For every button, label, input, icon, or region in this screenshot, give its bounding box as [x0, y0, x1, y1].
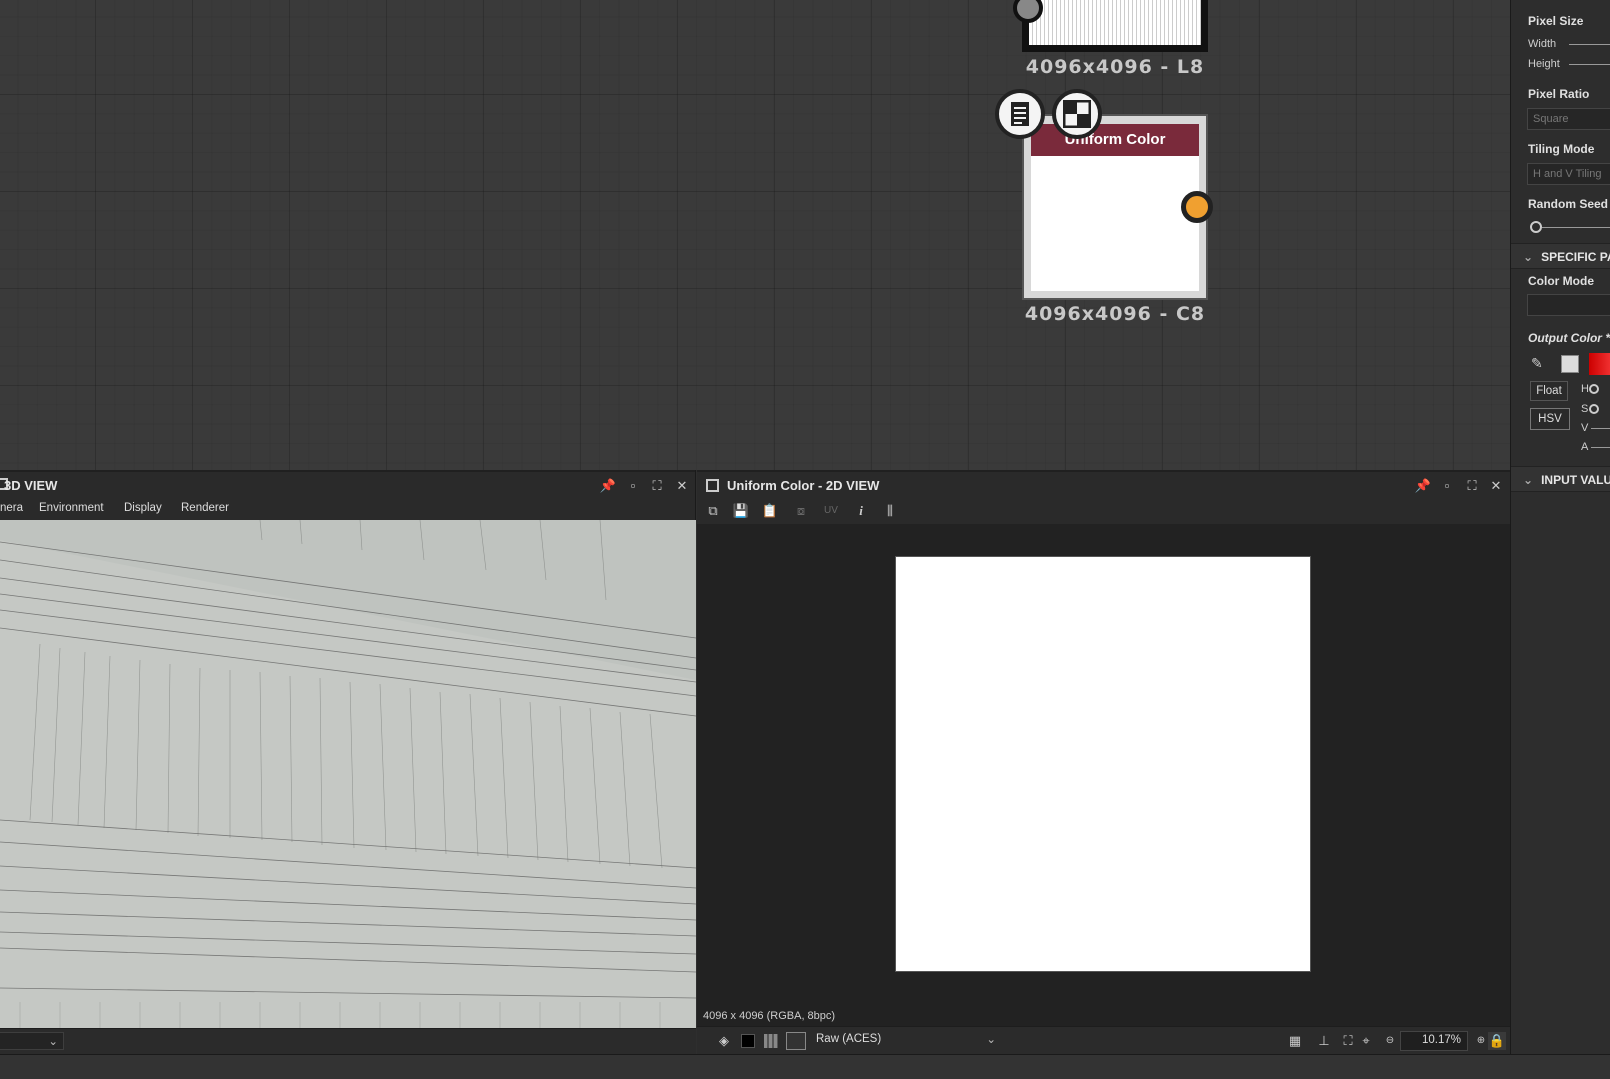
- width-label: Width: [1528, 38, 1557, 50]
- pixel-size-label: Pixel Size: [1528, 14, 1584, 28]
- 2d-viewport[interactable]: [697, 524, 1510, 988]
- graph-canvas[interactable]: 4096x4096 - L8 Uniform Color 4096x4096 -…: [0, 0, 1510, 470]
- eyedropper-icon[interactable]: ✎: [1531, 355, 1549, 373]
- status-bar: [0, 1054, 1610, 1079]
- float-button[interactable]: Float: [1530, 381, 1568, 401]
- 2d-view-titlebar: Uniform Color - 2D VIEW 📌 ▫ ⛶ ✕: [697, 470, 1510, 498]
- s-label: S: [1581, 403, 1589, 415]
- pin-icon[interactable]: 📌: [599, 477, 617, 495]
- menu-camera[interactable]: nera: [0, 502, 23, 514]
- output-color-label: Output Color *: [1528, 331, 1610, 345]
- center-icon[interactable]: ⌖: [1357, 1032, 1375, 1050]
- hsv-button[interactable]: HSV: [1530, 408, 1570, 430]
- height-label: Height: [1528, 58, 1560, 70]
- tiling-icon[interactable]: ⧇: [792, 502, 810, 520]
- 2d-image-info: 4096 x 4096 (RGBA, 8bpc): [703, 1010, 836, 1022]
- color-management-icon[interactable]: [786, 1032, 806, 1050]
- maximize-icon[interactable]: ⛶: [648, 477, 666, 495]
- random-seed-slider-handle[interactable]: [1530, 221, 1542, 233]
- 2d-view-panel: Uniform Color - 2D VIEW 📌 ▫ ⛶ ✕ ⧉ 💾 📋 ⧇ …: [697, 470, 1510, 1054]
- random-seed-label: Random Seed: [1528, 197, 1609, 211]
- chevron-down-icon: ⌄: [1523, 250, 1534, 264]
- 3d-view-menubar: nera Environment Display Renderer: [0, 498, 695, 520]
- 3d-viewport[interactable]: [0, 520, 696, 1028]
- input-values-section-label: INPUT VALU: [1541, 473, 1610, 487]
- 3d-view-titlebar: 3D VIEW 📌 ▫ ⛶ ✕: [0, 470, 695, 498]
- h-slider-handle[interactable]: [1589, 384, 1599, 394]
- black-background-icon[interactable]: [741, 1034, 755, 1048]
- float-panel-icon[interactable]: ▫: [1438, 477, 1456, 495]
- colorspace-dropdown[interactable]: Raw (ACES) ⌄: [810, 1031, 1000, 1051]
- v-label: V: [1581, 422, 1589, 434]
- v-slider[interactable]: [1591, 428, 1610, 429]
- chevron-down-icon: ⌄: [986, 1034, 996, 1046]
- color-mode-dropdown[interactable]: [1527, 294, 1610, 316]
- specific-section-label: SPECIFIC PA: [1541, 250, 1610, 264]
- top-node-resolution: 4096x4096 - L8: [1025, 56, 1205, 78]
- tiling-mode-label: Tiling Mode: [1528, 142, 1595, 156]
- pick-icon[interactable]: ⊥: [1315, 1032, 1333, 1050]
- 3d-view-panel: 3D VIEW 📌 ▫ ⛶ ✕ nera Environment Display…: [0, 470, 696, 1054]
- pixel-ratio-dropdown[interactable]: Square: [1527, 108, 1610, 130]
- input-values-section-header[interactable]: ⌄ INPUT VALU: [1511, 466, 1610, 492]
- document-icon[interactable]: [995, 89, 1045, 139]
- histogram-icon[interactable]: ⫼: [881, 502, 899, 520]
- uniform-color-node-thumbnail: [1031, 156, 1199, 291]
- close-icon[interactable]: ✕: [673, 477, 691, 495]
- properties-panel: Pixel Size Width Height Pixel Ratio Squa…: [1510, 0, 1610, 1054]
- 2d-view-toolbar: ⧉ 💾 📋 ⧇ UV i ⫼: [697, 498, 1510, 524]
- save-icon[interactable]: 💾: [732, 502, 750, 520]
- 3d-view-bottombar: ⌄: [0, 1028, 696, 1054]
- a-slider[interactable]: [1591, 447, 1610, 448]
- chevron-down-icon: ⌄: [48, 1036, 58, 1048]
- menu-environment[interactable]: Environment: [39, 502, 104, 514]
- specific-section-header[interactable]: ⌄ SPECIFIC PA: [1511, 243, 1610, 269]
- uniform-color-node-resolution: 4096x4096 - C8: [1024, 303, 1206, 325]
- width-slider[interactable]: [1569, 44, 1610, 45]
- colorspace-value: Raw (ACES): [816, 1033, 882, 1045]
- top-node[interactable]: [1013, 0, 1208, 52]
- 2d-view-title: Uniform Color - 2D VIEW: [727, 478, 880, 493]
- h-label: H: [1581, 383, 1589, 395]
- pin-icon[interactable]: 📌: [1414, 477, 1432, 495]
- output-pin[interactable]: [1181, 191, 1213, 223]
- 2d-view-bottombar: ◈ Raw (ACES) ⌄ ▦ ⊥ ⛶ ⌖ ⊖ 10.17% ⊕ 🔒: [697, 1026, 1510, 1054]
- a-label: A: [1581, 441, 1589, 453]
- top-node-thumbnail: [1029, 0, 1201, 45]
- zoom-field[interactable]: 10.17%: [1400, 1031, 1468, 1051]
- pixel-ratio-label: Pixel Ratio: [1528, 87, 1590, 101]
- tiling-mode-dropdown[interactable]: H and V Tiling: [1527, 163, 1610, 185]
- uv-dropdown[interactable]: UV: [817, 502, 845, 520]
- grid-icon[interactable]: ▦: [1286, 1032, 1304, 1050]
- 2d-view-icon: [706, 479, 719, 492]
- menu-renderer[interactable]: Renderer: [181, 502, 229, 514]
- 3d-render-image: [0, 520, 696, 1028]
- s-slider-handle[interactable]: [1589, 404, 1599, 414]
- export-icon[interactable]: ⧉: [704, 502, 722, 520]
- color-swatch[interactable]: [1561, 355, 1579, 373]
- zoom-out-icon[interactable]: ⊖: [1381, 1032, 1399, 1050]
- info-icon[interactable]: i: [852, 502, 870, 520]
- maximize-icon[interactable]: ⛶: [1463, 477, 1481, 495]
- copy-icon[interactable]: 📋: [761, 502, 779, 520]
- menu-display[interactable]: Display: [124, 502, 162, 514]
- fit-icon[interactable]: ⛶: [1339, 1032, 1357, 1050]
- color-mode-label: Color Mode: [1528, 274, 1594, 288]
- checker-icon[interactable]: [1052, 89, 1102, 139]
- 3d-view-title: 3D VIEW: [4, 478, 58, 493]
- 2d-texture-preview: [895, 556, 1311, 972]
- 3d-view-dropdown[interactable]: ⌄: [0, 1032, 64, 1050]
- close-icon[interactable]: ✕: [1487, 477, 1505, 495]
- color-picker-gradient[interactable]: [1589, 353, 1610, 375]
- channels-icon[interactable]: [764, 1034, 778, 1048]
- layers-icon[interactable]: ◈: [715, 1032, 733, 1050]
- chevron-down-icon: ⌄: [1523, 473, 1534, 487]
- random-seed-slider[interactable]: [1542, 227, 1610, 228]
- float-panel-icon[interactable]: ▫: [624, 477, 642, 495]
- height-slider[interactable]: [1569, 64, 1610, 65]
- lock-icon[interactable]: 🔒: [1488, 1032, 1506, 1050]
